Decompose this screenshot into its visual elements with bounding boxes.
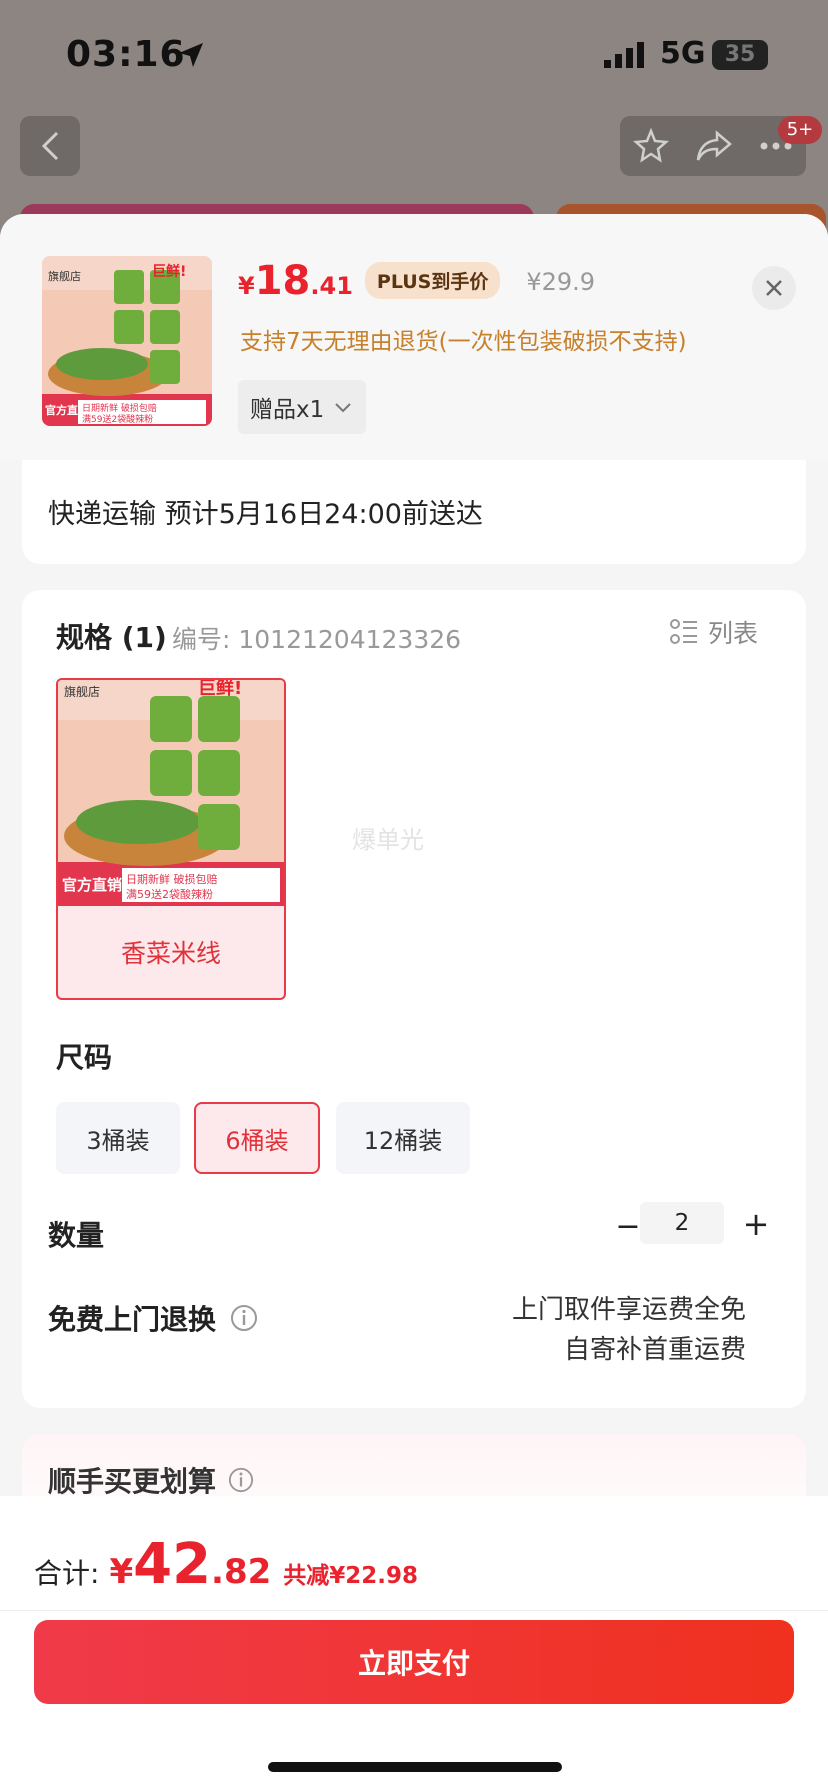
thumb-promo: 日期新鲜 破损包赔 (82, 402, 157, 414)
list-view-label: 列表 (708, 619, 759, 648)
free-return-title: 免费上门退换 (48, 1303, 217, 1336)
thumb-shop-label: 旗舰店 (48, 269, 81, 283)
bundle-title-row: 顺手买更划算 (48, 1460, 254, 1500)
return-policy: 支持7天无理由退货(一次性包装破损不支持) (240, 329, 687, 355)
close-icon (766, 280, 782, 296)
pay-now-button[interactable]: 立即支付 (34, 1620, 794, 1704)
back-button[interactable] (20, 116, 80, 176)
chevron-down-icon (334, 394, 352, 420)
size-option-12[interactable]: 12桶装 (336, 1102, 470, 1174)
list-view-button[interactable]: 列表 (670, 614, 758, 650)
sheet-header: 旗舰店 巨鲜! 官方直销 日期新鲜 破损包赔 满59送2袋酸辣粉 ¥ 18 .4… (0, 214, 828, 460)
share-icon[interactable] (695, 129, 733, 163)
total-saving: 共减¥22.98 (283, 1563, 419, 1589)
size-option-3[interactable]: 3桶装 (56, 1102, 180, 1174)
sku-slogan: 巨鲜! (198, 680, 242, 699)
plus-price-tag: PLUS到手价 (364, 262, 501, 299)
total-row: 合计: ¥ 42 .82 共减¥22.98 (34, 1532, 418, 1597)
product-image: 旗舰店 巨鲜! 官方直销 日期新鲜 破损包赔 满59送2袋酸辣粉 (42, 256, 212, 426)
original-price: ¥29.9 (526, 268, 596, 296)
gift-label: 赠品x1 (250, 397, 325, 423)
sku-shop-label: 旗舰店 (64, 684, 100, 699)
total-label: 合计: (34, 1557, 100, 1590)
sku-option-label: 香菜米线 (120, 939, 221, 968)
close-button[interactable] (752, 266, 796, 310)
free-return-line-2: 自寄补首重运费 (563, 1335, 746, 1365)
price-row: ¥ 18 .41 PLUS到手价 ¥29.9 (238, 258, 595, 308)
status-time: 03:16 (66, 34, 186, 75)
total-decimal: .82 (211, 1552, 272, 1592)
price-integer: 18 (254, 258, 311, 304)
size-title: 尺码 (56, 1041, 113, 1074)
chevron-left-icon (41, 131, 59, 161)
spec-code: 编号: 10121204123326 (172, 625, 462, 654)
price-decimal: .41 (310, 272, 353, 300)
info-icon[interactable] (230, 1304, 258, 1332)
info-icon[interactable] (228, 1467, 254, 1493)
network-label: 5G (660, 36, 706, 71)
divider (0, 1610, 828, 1611)
star-icon[interactable] (633, 128, 669, 164)
thumb-slogan: 巨鲜! (152, 263, 186, 280)
total-integer: 42 (133, 1532, 212, 1597)
product-thumbnail[interactable]: 旗舰店 巨鲜! 官方直销 日期新鲜 破损包赔 满59送2袋酸辣粉 (42, 256, 212, 426)
free-return-note: 上门取件享运费全免 自寄补首重运费 (512, 1290, 746, 1370)
sku-promo: 日期新鲜 破损包赔 (126, 872, 218, 886)
free-return-row: 免费上门退换 (48, 1298, 258, 1338)
signal-icon (604, 42, 644, 68)
sku-official: 官方直销 (62, 876, 122, 894)
thumb-promo-2: 满59送2袋酸辣粉 (82, 413, 153, 425)
shipping-estimate: 快递运输 预计5月16日24:00前送达 (48, 499, 483, 530)
gift-dropdown[interactable]: 赠品x1 (238, 380, 367, 434)
quantity-input[interactable]: 2 (640, 1202, 724, 1244)
spec-title: 规格 (1) (56, 621, 167, 654)
sku-option-selected[interactable]: 旗舰店 巨鲜! 官方直销 日期新鲜 破损包赔 满59送2袋酸辣粉 香菜米线 (56, 678, 286, 1000)
shipping-card: 快递运输 预计5月16日24:00前送达 (22, 454, 806, 564)
price-currency: ¥ (238, 272, 255, 300)
location-arrow-icon (179, 43, 203, 67)
notification-badge: 5+ (778, 116, 822, 144)
home-indicator[interactable] (268, 1762, 562, 1772)
quantity-title: 数量 (48, 1219, 105, 1252)
total-currency: ¥ (109, 1552, 134, 1592)
bundle-title: 顺手买更划算 (48, 1465, 217, 1498)
sku-image: 旗舰店 巨鲜! 官方直销 日期新鲜 破损包赔 满59送2袋酸辣粉 (58, 680, 284, 906)
status-bar: 03:16 5G 35 (0, 0, 828, 110)
free-return-line-1: 上门取件享运费全免 (511, 1295, 746, 1325)
battery-icon: 35 (712, 40, 768, 70)
quantity-plus-button[interactable]: + (734, 1202, 778, 1246)
watermark: 爆单光 (352, 826, 424, 854)
list-icon (670, 619, 697, 644)
spec-card: 规格 (1) 编号: 10121204123326 列表 旗舰店 巨鲜! 官方直… (22, 590, 806, 1408)
size-option-6-selected[interactable]: 6桶装 (194, 1102, 320, 1174)
sku-promo-2: 满59送2袋酸辣粉 (126, 887, 213, 901)
